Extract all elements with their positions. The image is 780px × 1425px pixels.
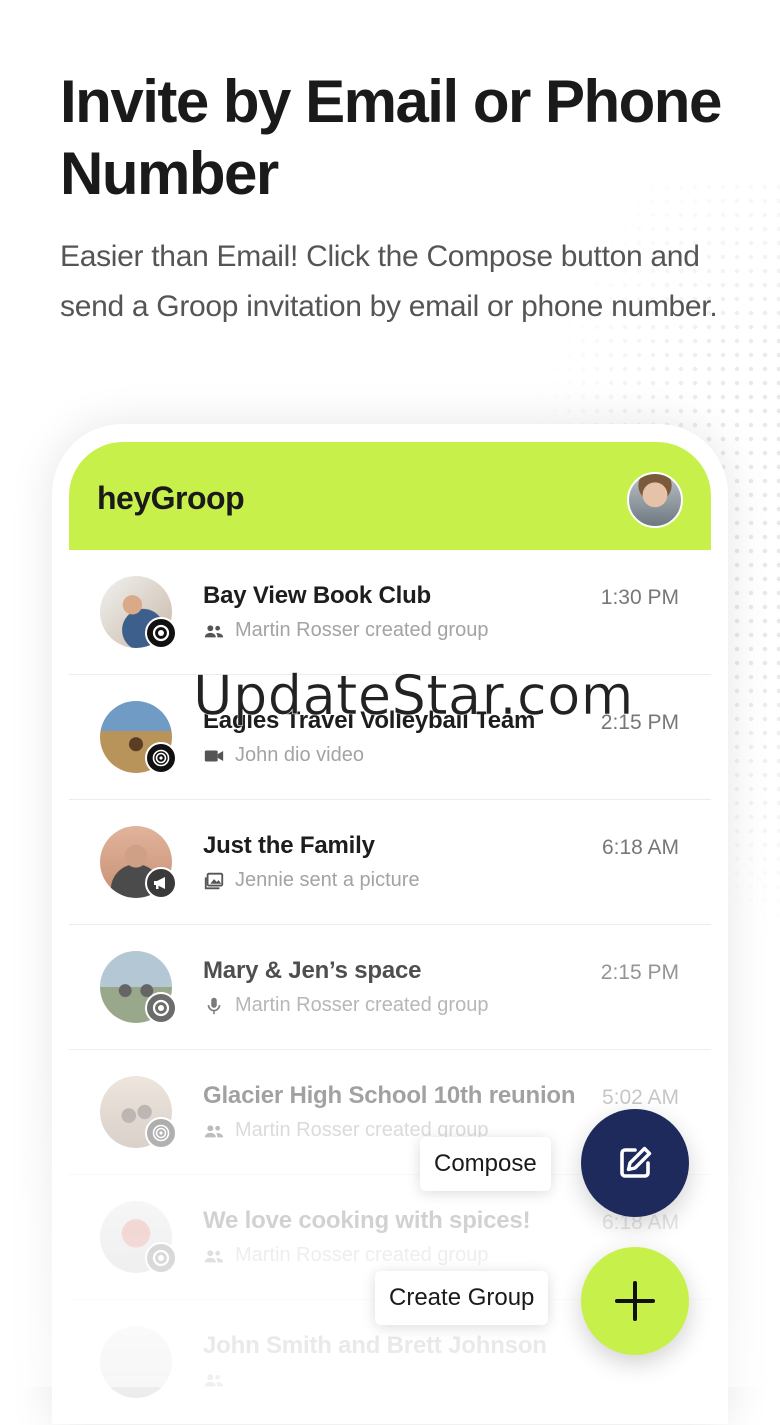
group-time: 1:30 PM — [600, 586, 679, 609]
target-icon — [145, 992, 177, 1024]
group-title: Eagles Travel Volleyball Team — [203, 707, 536, 734]
group-subtitle-line — [203, 1369, 225, 1391]
group-title: Glacier High School 10th reunion — [203, 1082, 576, 1109]
group-subtitle: Martin Rosser created group — [235, 1244, 489, 1266]
group-title: Bay View Book Club — [203, 582, 432, 609]
video-icon — [204, 750, 224, 761]
compose-button[interactable] — [581, 1109, 689, 1217]
app-bar: heyGroop — [69, 442, 711, 550]
group-row[interactable]: Eagles Travel Volleyball Team 2:15 PM Jo… — [69, 675, 711, 800]
group-time: 5:02 AM — [601, 1086, 679, 1109]
group-subtitle-line: Martin Rosser created group — [203, 619, 488, 642]
people-icon — [204, 1124, 224, 1137]
people-icon — [204, 1374, 224, 1387]
target-icon — [145, 1242, 177, 1274]
people-icon — [204, 624, 224, 637]
bullseye-icon — [145, 742, 177, 774]
group-title: Just the Family — [203, 832, 375, 859]
group-subtitle: Martin Rosser created group — [235, 619, 489, 641]
edit-icon — [620, 1146, 652, 1178]
group-row[interactable]: Bay View Book Club 1:30 PM Martin Rosser… — [69, 550, 711, 675]
people-icon — [204, 1249, 224, 1262]
bullseye-icon — [145, 1117, 177, 1149]
group-time: 6:18 AM — [601, 836, 679, 859]
page-subtext: Easier than Email! Click the Compose but… — [60, 240, 718, 323]
page-headline: Invite by Email or Phone Number — [60, 68, 722, 207]
group-row[interactable]: Just the Family 6:18 AM Jennie sent a pi… — [69, 800, 711, 925]
group-time: 2:15 PM — [600, 961, 679, 984]
create-group-label[interactable]: Create Group — [375, 1271, 549, 1325]
group-avatar — [100, 1326, 172, 1398]
group-subtitle: Martin Rosser created group — [235, 994, 489, 1016]
group-time: 2:15 PM — [600, 711, 679, 734]
compose-label[interactable]: Compose — [420, 1137, 551, 1191]
group-subtitle-line: Jennie sent a picture — [203, 869, 420, 892]
create-group-button[interactable] — [581, 1247, 689, 1355]
group-subtitle: John dio video — [235, 744, 364, 766]
group-row[interactable]: Mary & Jen’s space 2:15 PM Martin Rosser… — [69, 925, 711, 1050]
group-subtitle-line: John dio video — [203, 744, 364, 767]
profile-avatar[interactable] — [627, 472, 683, 528]
group-title: John Smith and Brett Johnson — [203, 1332, 547, 1359]
group-subtitle: Jennie sent a picture — [235, 869, 420, 891]
group-subtitle-line: Martin Rosser created group — [203, 994, 488, 1017]
group-title: Mary & Jen’s space — [203, 957, 422, 984]
plus-icon — [615, 1281, 655, 1321]
megaphone-icon — [145, 867, 177, 899]
group-subtitle-line: Martin Rosser created group — [203, 1244, 488, 1267]
microphone-icon — [207, 997, 221, 1014]
group-title: We love cooking with spices! — [203, 1207, 531, 1234]
app-title: heyGroop — [97, 480, 245, 516]
picture-icon — [204, 872, 224, 889]
target-icon — [145, 617, 177, 649]
